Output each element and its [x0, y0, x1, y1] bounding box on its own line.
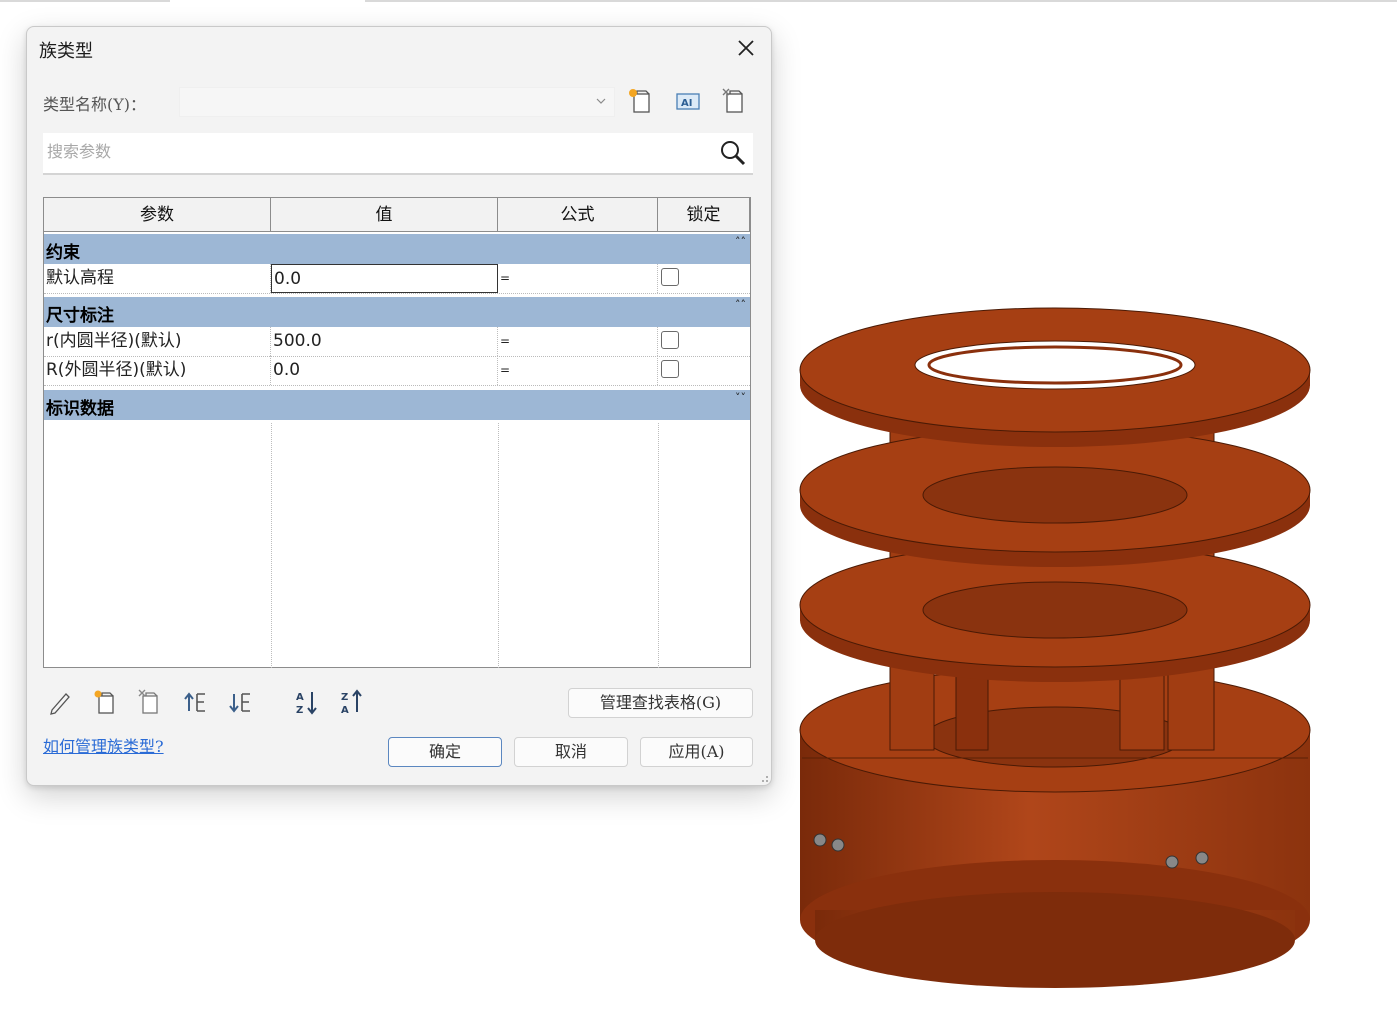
param-value[interactable]: 500.0 — [271, 327, 498, 356]
type-name-label: 类型名称(Y)： — [43, 95, 147, 114]
chevron-down-icon — [596, 98, 606, 104]
apply-button[interactable]: 应用(A) — [640, 737, 753, 767]
param-name: R(外圆半径)(默认) — [44, 356, 271, 385]
sort-descending-button[interactable]: Z A — [338, 687, 368, 717]
table-header: 参数 值 公式 锁定 — [44, 198, 750, 232]
new-parameter-button[interactable] — [91, 687, 121, 717]
close-button[interactable] — [733, 35, 759, 61]
collapse-icon[interactable]: ˄˄ — [735, 235, 746, 248]
cancel-button[interactable]: 取消 — [514, 737, 628, 767]
column-divider — [658, 423, 659, 668]
column-header-lock[interactable]: 锁定 — [658, 198, 750, 232]
delete-type-icon — [722, 88, 743, 113]
new-type-button[interactable] — [625, 85, 657, 117]
search-input[interactable] — [43, 133, 713, 169]
move-down-button[interactable] — [226, 687, 256, 717]
move-up-icon — [184, 692, 205, 712]
resize-grip-icon[interactable] — [759, 773, 769, 783]
column-header-value[interactable]: 值 — [271, 198, 498, 232]
column-divider — [271, 423, 272, 668]
ok-button[interactable]: 确定 — [388, 737, 502, 767]
new-type-icon — [629, 89, 650, 113]
column-divider — [498, 423, 499, 668]
svg-text:Z: Z — [296, 705, 303, 716]
manage-lookup-tables-button[interactable]: 管理查找表格(G) — [568, 688, 753, 718]
lock-checkbox[interactable] — [661, 331, 679, 349]
family-types-dialog: 族类型 类型名称(Y)： AI 搜索参数 参数 值 公式 锁定 约束 ˄˄ 默认… — [26, 26, 772, 786]
search-icon — [721, 141, 746, 166]
svg-text:AI: AI — [681, 98, 692, 109]
group-label: 标识数据 — [46, 399, 114, 419]
help-link[interactable]: 如何管理族类型? — [43, 733, 164, 757]
param-formula[interactable]: = — [498, 327, 658, 356]
move-up-button[interactable] — [181, 687, 211, 717]
group-dimensions[interactable]: 尺寸标注 ˄˄ — [44, 297, 750, 327]
lock-checkbox[interactable] — [661, 268, 679, 286]
sort-ascending-button[interactable]: A Z — [293, 687, 323, 717]
param-value-input[interactable]: 0.0 — [271, 264, 498, 293]
rename-type-icon: AI — [676, 93, 700, 110]
table-row: 默认高程 0.0 = — [44, 264, 750, 294]
parameter-search — [43, 133, 753, 175]
param-name: r(内圆半径)(默认) — [44, 327, 271, 356]
table-row: r(内圆半径)(默认) 500.0 = — [44, 327, 750, 357]
close-icon — [738, 40, 754, 56]
expand-icon[interactable]: ˅˅ — [735, 391, 746, 404]
new-parameter-icon — [94, 690, 114, 714]
table-row: R(外圆半径)(默认) 0.0 = — [44, 356, 750, 386]
sort-ascending-icon: A Z — [296, 692, 317, 716]
column-header-parameter[interactable]: 参数 — [44, 198, 271, 232]
lock-checkbox[interactable] — [661, 360, 679, 378]
rename-type-button[interactable]: AI — [672, 85, 704, 117]
svg-text:Z: Z — [341, 692, 348, 703]
edit-parameter-button[interactable] — [45, 687, 75, 717]
svg-text:A: A — [341, 705, 349, 716]
svg-text:A: A — [296, 692, 304, 703]
type-name-select[interactable] — [179, 87, 615, 117]
top-border — [0, 0, 1397, 2]
delete-parameter-icon — [138, 689, 158, 714]
model-3d-view[interactable] — [790, 300, 1330, 1000]
search-button[interactable] — [717, 137, 749, 169]
param-formula[interactable]: = — [498, 356, 658, 385]
param-formula[interactable]: = — [498, 264, 658, 293]
sort-descending-icon: Z A — [341, 689, 362, 716]
column-header-formula[interactable]: 公式 — [498, 198, 658, 232]
move-down-icon — [229, 693, 250, 713]
delete-type-button[interactable] — [718, 85, 750, 117]
delete-parameter-button[interactable] — [135, 687, 165, 717]
group-label: 约束 — [46, 243, 80, 263]
param-value[interactable]: 0.0 — [271, 356, 498, 385]
edit-parameter-icon — [50, 693, 70, 715]
dialog-title: 族类型 — [39, 41, 93, 62]
parameter-table: 参数 值 公式 锁定 约束 ˄˄ 默认高程 0.0 = 尺寸标注 ˄˄ r(内圆… — [43, 197, 751, 668]
group-label: 尺寸标注 — [46, 306, 114, 326]
collapse-icon[interactable]: ˄˄ — [735, 298, 746, 311]
param-name: 默认高程 — [44, 264, 271, 293]
group-constraints[interactable]: 约束 ˄˄ — [44, 234, 750, 264]
group-identity-data[interactable]: 标识数据 ˅˅ — [44, 390, 750, 420]
